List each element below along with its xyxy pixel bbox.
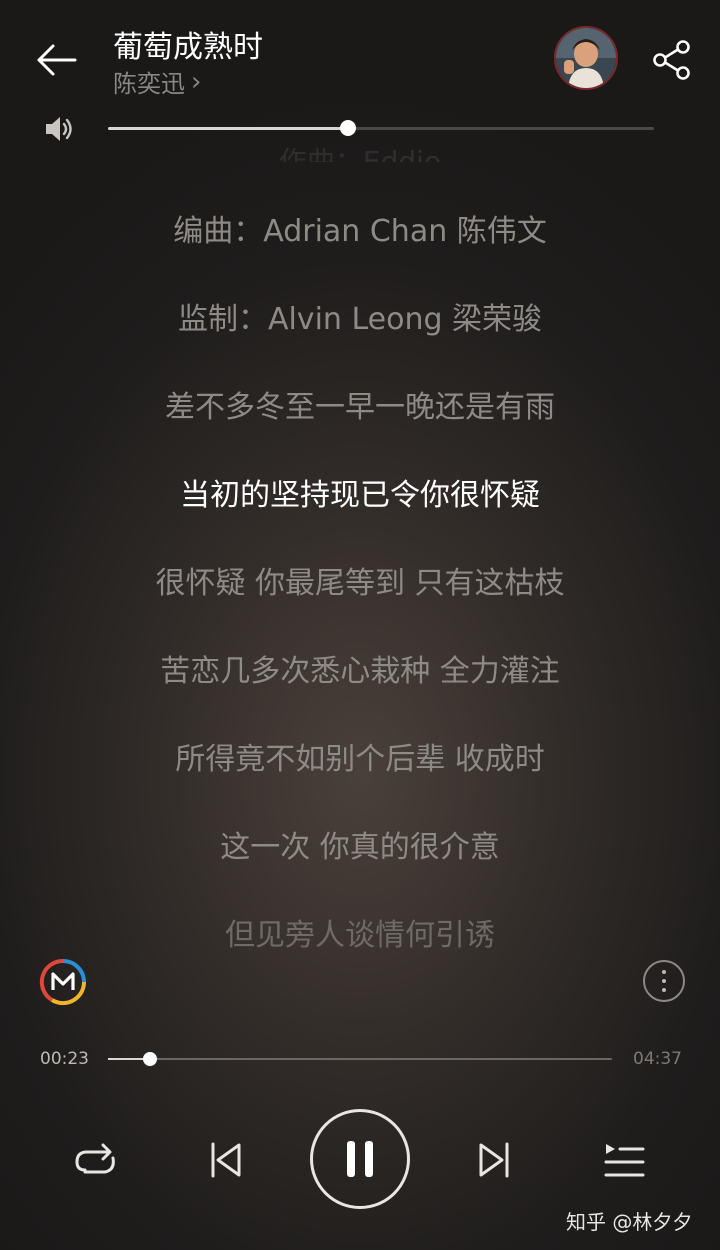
arrow-left-icon: [37, 44, 77, 76]
avatar-image: [556, 28, 616, 88]
share-icon: [653, 40, 690, 80]
current-time: 00:23: [40, 1049, 89, 1069]
artist-link[interactable]: 陈奕迅 ›: [113, 64, 201, 99]
progress-bar[interactable]: [108, 1052, 612, 1066]
faded-lyric-line: 作曲：Eddie: [278, 145, 442, 162]
volume-thumb[interactable]: [340, 120, 357, 136]
watermark: 知乎 @林夕夕: [566, 1210, 693, 1234]
lyric-line[interactable]: 编曲：Adrian Chan 陈伟文: [0, 200, 720, 288]
total-time: 04:37: [633, 1049, 682, 1069]
share-button[interactable]: [648, 36, 696, 84]
volume-fill: [108, 127, 349, 130]
artist-name: 陈奕迅: [113, 70, 185, 98]
lyric-line-active[interactable]: 当初的坚持现已令你很怀疑: [0, 464, 720, 552]
pause-icon: [347, 1141, 373, 1177]
lyric-line[interactable]: 这一次 你真的很介意: [0, 816, 720, 904]
pause-button[interactable]: [310, 1109, 410, 1209]
lyric-line[interactable]: 所得竟不如别个后辈 收成时: [0, 728, 720, 816]
next-button[interactable]: [468, 1134, 520, 1186]
lyric-line[interactable]: 差不多冬至一早一晚还是有雨: [0, 376, 720, 464]
skip-next-icon: [479, 1142, 509, 1178]
lyric-line[interactable]: 监制：Alvin Leong 梁荣骏: [0, 288, 720, 376]
lyric-line[interactable]: 很怀疑 你最尾等到 只有这枯枝: [0, 552, 720, 640]
artist-avatar[interactable]: [554, 26, 618, 90]
playlist-icon: [604, 1144, 645, 1177]
chevron-right-icon: ›: [191, 66, 202, 97]
progress-thumb[interactable]: [142, 1052, 157, 1066]
playlist-button[interactable]: [598, 1134, 650, 1186]
skip-previous-icon: [211, 1142, 241, 1178]
back-button[interactable]: [30, 34, 82, 86]
more-options-button[interactable]: [643, 960, 685, 1002]
lyric-line[interactable]: 但见旁人谈情何引诱: [0, 904, 720, 992]
lyrics-panel[interactable]: 编曲：Adrian Chan 陈伟文 监制：Alvin Leong 梁荣骏 差不多冬…: [0, 200, 720, 992]
m-logo-icon[interactable]: [38, 957, 88, 1007]
more-vertical-icon: [662, 970, 666, 974]
repeat-icon: [75, 1143, 115, 1174]
repeat-button[interactable]: [70, 1134, 122, 1186]
song-title: 葡萄成熟时: [113, 30, 263, 65]
lyric-line[interactable]: 苦恋几多次悉心栽种 全力灌注: [0, 640, 720, 728]
previous-button[interactable]: [200, 1134, 252, 1186]
volume-slider[interactable]: [108, 120, 654, 136]
